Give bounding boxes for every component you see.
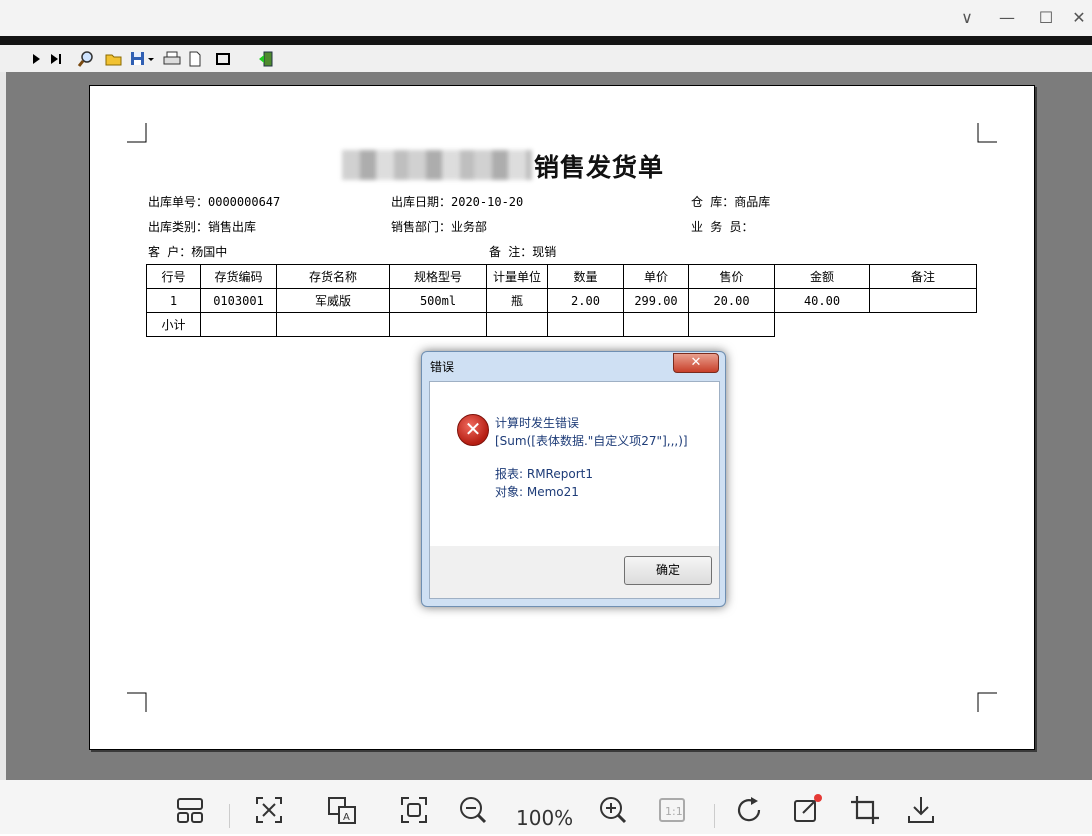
column-header: 金额 — [774, 264, 870, 289]
svg-text:A: A — [343, 812, 350, 823]
dialog-title: 错误 — [430, 360, 455, 374]
table-cell: 500ml — [389, 288, 487, 313]
zoom-out-icon[interactable] — [457, 794, 489, 826]
table-row: 1 0103001 军威版 500ml 瓶 2.00 299.00 20.00 … — [146, 288, 977, 313]
customer-field: 客 户：杨国中 — [148, 245, 228, 259]
rotate-icon[interactable] — [733, 794, 765, 826]
sales-dept-field: 销售部门：业务部 — [391, 220, 488, 234]
fit-screen-icon[interactable] — [398, 794, 430, 826]
dialog-body: ✕ 计算时发生错误 [Sum([表体数据."自定义项27"],,,)] 报表: … — [429, 381, 720, 547]
column-header: 数量 — [547, 264, 624, 289]
error-icon: ✕ — [457, 414, 489, 446]
column-header: 单价 — [623, 264, 689, 289]
print-icon[interactable] — [162, 49, 182, 69]
table-cell: 299.00 — [623, 288, 689, 313]
error-object-name: 对象: Memo21 — [495, 485, 579, 499]
table-cell — [547, 312, 624, 337]
subtotal-label: 小计 — [146, 312, 201, 337]
layout-icon[interactable] — [174, 794, 206, 826]
table-cell: 瓶 — [486, 288, 548, 313]
save-dropdown-icon[interactable] — [145, 49, 157, 69]
error-report-name: 报表: RMReport1 — [495, 467, 593, 481]
preview-toolbar — [0, 45, 1092, 73]
translate-icon[interactable]: A — [326, 794, 358, 826]
column-header: 备注 — [869, 264, 977, 289]
toolbar-divider — [714, 804, 715, 828]
error-dialog: 错误 ✕ ✕ 计算时发生错误 [Sum([表体数据."自定义项27"],,,)]… — [421, 351, 726, 607]
table-cell — [870, 313, 977, 337]
window-border — [0, 36, 1092, 45]
svg-text:1:1: 1:1 — [665, 805, 683, 818]
crop-icon[interactable] — [849, 794, 881, 826]
column-header: 存货名称 — [276, 264, 390, 289]
edit-icon[interactable] — [791, 794, 823, 826]
table-cell: 0103001 — [200, 288, 277, 313]
table-cell — [276, 312, 390, 337]
column-header: 规格型号 — [389, 264, 487, 289]
actual-size-icon[interactable]: 1:1 — [656, 794, 688, 826]
collapse-button[interactable]: ∨ — [954, 6, 980, 30]
window-titlebar: ∨ — ☐ ✕ — [0, 0, 1092, 36]
zoom-level: 100% — [516, 806, 574, 830]
extract-text-icon[interactable] — [253, 794, 285, 826]
table-cell — [200, 312, 277, 337]
open-icon[interactable] — [104, 49, 124, 69]
close-preview-icon[interactable] — [213, 49, 233, 69]
download-icon[interactable] — [905, 794, 937, 826]
dialog-footer: 确定 — [429, 546, 720, 599]
subtotal-row: 小计 — [146, 312, 977, 337]
find-icon[interactable] — [76, 49, 96, 69]
exit-icon[interactable] — [256, 49, 276, 69]
table-cell — [623, 312, 689, 337]
column-header: 计量单位 — [486, 264, 548, 289]
corner-mark-bottom-left — [127, 692, 147, 712]
ok-button[interactable]: 确定 — [624, 556, 712, 585]
column-header: 售价 — [688, 264, 775, 289]
corner-mark-top-right — [977, 123, 997, 143]
table-header-row: 行号 存货编码 存货名称 规格型号 计量单位 数量 单价 售价 金额 备注 — [146, 264, 977, 289]
table-cell — [389, 312, 487, 337]
table-cell — [688, 312, 775, 337]
out-date-field: 出库日期：2020-10-20 — [391, 195, 524, 209]
redacted-company-name — [342, 150, 532, 180]
page-setup-icon[interactable] — [185, 49, 205, 69]
table-cell — [775, 313, 870, 337]
salesperson-field: 业 务 员： — [691, 220, 754, 234]
table-cell: 20.00 — [688, 288, 775, 313]
table-cell — [486, 312, 548, 337]
column-header: 存货编码 — [200, 264, 277, 289]
error-expression: [Sum([表体数据."自定义项27"],,,)] — [495, 434, 688, 448]
order-number-field: 出库单号：0000000647 — [148, 195, 281, 209]
table-cell: 40.00 — [774, 288, 870, 313]
table-cell: 2.00 — [547, 288, 624, 313]
corner-mark-top-left — [127, 123, 147, 143]
table-cell: 1 — [146, 288, 201, 313]
remark-field: 备 注：现销 — [489, 245, 557, 259]
out-type-field: 出库类别：销售出库 — [148, 220, 257, 234]
detail-table: 行号 存货编码 存货名称 规格型号 计量单位 数量 单价 售价 金额 备注 1 … — [146, 264, 977, 337]
toolbar-divider — [229, 804, 230, 828]
zoom-in-icon[interactable] — [597, 794, 629, 826]
document-title: 销售发货单 — [534, 153, 665, 182]
close-window-button[interactable]: ✕ — [1066, 6, 1092, 30]
maximize-button[interactable]: ☐ — [1033, 6, 1059, 30]
table-cell: 军威版 — [276, 288, 390, 313]
column-header: 行号 — [146, 264, 201, 289]
warehouse-field: 仓 库：商品库 — [691, 195, 771, 209]
error-message: 计算时发生错误 — [495, 416, 580, 430]
dialog-close-button[interactable]: ✕ — [673, 353, 719, 373]
table-cell — [869, 288, 977, 313]
corner-mark-bottom-right — [977, 692, 997, 712]
next-page-icon[interactable] — [26, 49, 46, 69]
last-page-icon[interactable] — [46, 49, 66, 69]
minimize-button[interactable]: — — [994, 6, 1020, 30]
